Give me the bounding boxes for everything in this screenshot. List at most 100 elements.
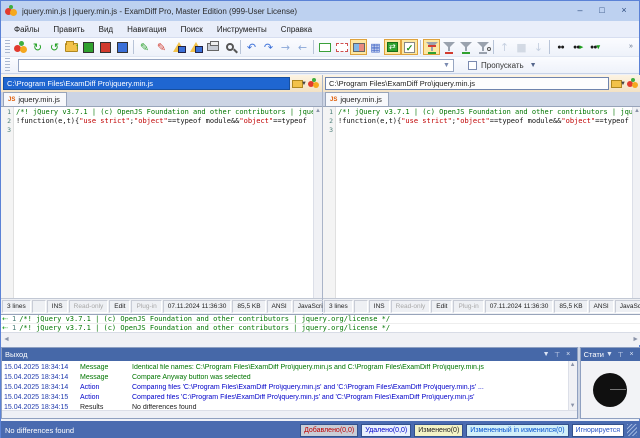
log-row[interactable]: 15.04.2025 18:34:15ActionCompared files … (2, 392, 568, 402)
statistics-body (581, 361, 640, 418)
next-diff-icon[interactable]: ↓ (530, 39, 547, 55)
left-path-input[interactable]: C:\Program Files\ExamDiff Pro\jquery.min… (3, 77, 290, 90)
filter-deleted-icon[interactable] (440, 39, 457, 55)
output-dropdown-icon[interactable]: ▼ (541, 351, 552, 358)
filter-combobox[interactable]: ▼ (18, 59, 454, 72)
scroll-right-icon[interactable]: ► (632, 336, 639, 343)
left-file-tab[interactable]: JS jquery.min.js (3, 92, 67, 106)
undo-icon[interactable]: ↶ (243, 39, 260, 55)
status-cell: ANSI (267, 300, 292, 313)
output-panel: Выход ▼ ⊤ × 15.04.2025 18:34:14MessageId… (1, 347, 578, 419)
window-title: jquery.min.js | jquery.min.js - ExamDiff… (22, 7, 569, 16)
toolbar-separator (133, 40, 134, 54)
log-row[interactable]: 15.04.2025 18:34:15ResultsNo differences… (2, 402, 568, 410)
menu-item-1[interactable]: Файлы (7, 23, 46, 36)
log-row[interactable]: 15.04.2025 18:34:14MessageIdentical file… (2, 362, 568, 372)
filter-added-icon[interactable] (457, 39, 474, 55)
menu-item-2[interactable]: Править (46, 23, 91, 36)
menu-item-6[interactable]: Инструменты (210, 23, 274, 36)
right-pane-statusbar: 3 linesINSRead-onlyEditPlug-in07.11.2024… (323, 298, 640, 314)
redo-icon[interactable]: ↷ (260, 39, 277, 55)
statistics-pie-chart (593, 373, 627, 407)
right-vertical-scrollbar[interactable]: ▲ (632, 107, 640, 298)
right-editor[interactable]: 123 /*! jQuery v3.7.1 | (c) OpenJS Found… (323, 107, 640, 298)
right-open-folder-icon[interactable]: ▼ (611, 78, 625, 89)
scroll-left-icon[interactable]: ◄ (3, 336, 10, 343)
save-all-icon[interactable] (114, 39, 131, 55)
find-next-icon[interactable]: ●●▸ (569, 39, 586, 55)
close-button[interactable]: × (613, 4, 635, 18)
chevron-down-icon[interactable]: ▼ (440, 62, 453, 69)
sync-first-icon[interactable] (170, 39, 187, 55)
prev-diff-icon[interactable]: ↑ (496, 39, 513, 55)
diff-marker-icon: ⇠ (1, 324, 9, 332)
output-pin-icon[interactable]: ⊤ (552, 351, 563, 359)
filter-toolbar-grip[interactable] (5, 58, 10, 72)
left-vertical-scrollbar[interactable]: ▲ (313, 107, 322, 298)
resize-grip[interactable] (627, 424, 637, 436)
menu-item-5[interactable]: Поиск (174, 23, 210, 36)
sync-second-icon[interactable] (187, 39, 204, 55)
recompare-icon[interactable]: ↻ (29, 39, 46, 55)
minimize-button[interactable]: – (569, 4, 591, 18)
find-prev-icon[interactable]: ●●▾ (586, 39, 603, 55)
scroll-up-icon[interactable]: ▲ (570, 362, 576, 368)
left-open-folder-icon[interactable]: ▼ (292, 78, 306, 89)
left-compare-icon[interactable] (308, 78, 320, 89)
compare-icon[interactable] (12, 39, 29, 55)
edit-second-icon[interactable]: ✎ (153, 39, 170, 55)
prev-file-icon[interactable]: ← (294, 39, 311, 55)
menu-item-7[interactable]: Справка (274, 23, 319, 36)
right-file-tab[interactable]: JS jquery.min.js (325, 92, 389, 106)
skip-checkbox[interactable] (468, 61, 477, 70)
output-vertical-scrollbar[interactable]: ▲ ▼ (568, 361, 577, 410)
status-cell: Read-only (69, 300, 109, 313)
show-identical-icon[interactable] (316, 39, 333, 55)
maximize-button[interactable]: □ (591, 4, 613, 18)
zoom-icon[interactable] (221, 39, 238, 55)
swap-panes-icon[interactable]: ↺ (46, 39, 63, 55)
right-path-input[interactable]: C:\Program Files\ExamDiff Pro\jquery.min… (325, 77, 609, 90)
save-first-icon[interactable] (80, 39, 97, 55)
statistics-dropdown-icon[interactable]: ▼ (604, 351, 615, 358)
statistics-pin-icon[interactable]: ⊤ (615, 351, 626, 359)
horizontal-scrollbar[interactable]: ◄ ► (1, 332, 640, 345)
toolbar-grip[interactable] (5, 40, 10, 54)
right-compare-icon[interactable] (627, 78, 639, 89)
statistics-panel-titlebar: Стати ▼ ⊤ × (581, 348, 640, 361)
current-diff-line-1[interactable]: ⇠1/*! jQuery v3.7.1 | (c) OpenJS Foundat… (1, 315, 640, 324)
output-panel-title: Выход (5, 350, 27, 359)
skip-dropdown-icon[interactable]: ▼ (530, 62, 537, 69)
title-bar: jquery.min.js | jquery.min.js - ExamDiff… (1, 1, 639, 21)
scroll-up-icon[interactable]: ▲ (634, 108, 640, 115)
log-row[interactable]: 15.04.2025 18:34:14ActionComparing files… (2, 382, 568, 392)
menu-item-4[interactable]: Навигация (120, 23, 174, 36)
split-view-icon[interactable] (350, 39, 367, 55)
log-row[interactable]: 15.04.2025 18:34:14MessageCompare Anyway… (2, 372, 568, 382)
scroll-up-icon[interactable]: ▲ (315, 108, 321, 115)
save-second-icon[interactable] (97, 39, 114, 55)
left-editor[interactable]: 123 /*! jQuery v3.7.1 | (c) OpenJS Found… (1, 107, 322, 298)
find-icon[interactable]: ●● (552, 39, 569, 55)
output-horizontal-scrollbar[interactable] (2, 410, 577, 418)
table-view-icon[interactable]: ▦ (367, 39, 384, 55)
scroll-down-icon[interactable]: ▼ (570, 403, 576, 409)
diff-only-view-icon[interactable] (384, 39, 401, 55)
open-files-icon[interactable]: ↑ (63, 39, 80, 55)
status-cell (354, 300, 368, 313)
menu-item-3[interactable]: Вид (92, 23, 120, 36)
show-differences-icon[interactable] (333, 39, 350, 55)
print-icon[interactable] (204, 39, 221, 55)
current-diff-icon[interactable]: ■ (513, 39, 530, 55)
edit-first-icon[interactable]: ✎ (136, 39, 153, 55)
filter-search-icon[interactable] (474, 39, 491, 55)
next-file-icon[interactable]: → (277, 39, 294, 55)
statistics-close-icon[interactable]: × (626, 351, 637, 358)
status-cell: INS (47, 300, 68, 313)
output-close-icon[interactable]: × (563, 351, 574, 358)
left-tab-label: jquery.min.js (18, 95, 60, 104)
status-cell: 3 lines (324, 300, 353, 313)
show-options-icon[interactable]: ✓ (401, 39, 418, 55)
filter-all-icon[interactable] (423, 39, 440, 55)
toolbar-overflow-button[interactable]: » (625, 44, 637, 50)
